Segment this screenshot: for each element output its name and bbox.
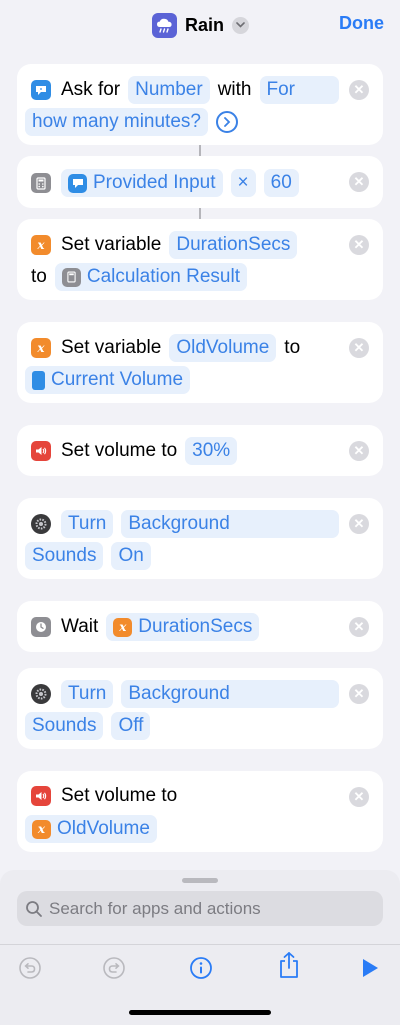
old-volume-token[interactable]: x OldVolume <box>25 815 157 843</box>
remove-action-icon[interactable]: ✕ <box>349 787 369 807</box>
setting-token[interactable]: Background <box>121 680 339 708</box>
calculation-result-label: Calculation Result <box>86 266 240 287</box>
wait-duration-label: DurationSecs <box>138 616 253 637</box>
variable-name-token[interactable]: OldVolume <box>169 334 277 362</box>
action-label: Set volume to <box>61 785 178 806</box>
chevron-down-icon <box>232 16 250 34</box>
remove-action-icon[interactable]: ✕ <box>349 338 369 358</box>
action-set-variable-durationsecs[interactable]: x Set variable DurationSecs to Calculati… <box>17 219 383 300</box>
variable-icon: x <box>32 819 51 839</box>
settings-gear-icon <box>31 514 51 534</box>
variable-icon: x <box>31 338 51 358</box>
provided-input-token[interactable]: Provided Input <box>61 169 223 197</box>
to-label: to <box>31 266 47 287</box>
operator-token[interactable]: × <box>230 169 256 197</box>
rain-cloud-icon <box>152 12 177 38</box>
input-type-token[interactable]: Number <box>128 76 210 104</box>
state-token[interactable]: On <box>111 542 151 570</box>
action-background-sounds-off[interactable]: Turn Background Sounds Off ✕ <box>17 668 383 749</box>
done-button[interactable]: Done <box>339 13 384 34</box>
action-label: Wait <box>61 616 99 637</box>
info-icon[interactable] <box>188 955 214 981</box>
play-icon[interactable] <box>357 955 383 981</box>
calculation-result-token[interactable]: Calculation Result <box>54 263 247 291</box>
search-input[interactable]: Search for apps and actions <box>17 891 383 926</box>
remove-action-icon[interactable]: ✕ <box>349 235 369 255</box>
speech-bubble-icon <box>68 173 87 193</box>
action-label: Set volume to <box>61 440 178 461</box>
search-placeholder: Search for apps and actions <box>49 898 261 918</box>
editor-toolbar <box>0 944 400 992</box>
sheet-grabber[interactable] <box>182 878 218 883</box>
remove-action-icon[interactable]: ✕ <box>349 684 369 704</box>
nav-bar: Rain Done <box>0 0 400 48</box>
variable-icon: x <box>113 617 133 637</box>
setting-token[interactable]: Background <box>121 510 339 538</box>
action-calculate[interactable]: Provided Input × 60 ✕ <box>17 156 383 208</box>
current-volume-label: Current Volume <box>51 369 184 390</box>
action-set-variable-oldvolume[interactable]: x Set variable OldVolume to Current Volu… <box>17 322 383 403</box>
action-background-sounds-on[interactable]: Turn Background Sounds On ✕ <box>17 498 383 579</box>
speaker-icon <box>31 786 51 806</box>
operation-token[interactable]: Turn <box>61 680 114 708</box>
volume-value-token[interactable]: 30% <box>185 437 238 465</box>
speaker-icon <box>31 441 51 461</box>
calculator-icon <box>31 173 51 193</box>
action-restore-volume[interactable]: Set volume to x OldVolume ✕ <box>17 771 383 852</box>
provided-input-label: Provided Input <box>93 172 216 193</box>
state-token[interactable]: Off <box>111 712 151 740</box>
share-icon[interactable] <box>276 952 302 978</box>
action-set-volume[interactable]: Set volume to 30% ✕ <box>17 425 383 476</box>
setting-token-continued[interactable]: Sounds <box>25 712 104 740</box>
settings-gear-icon <box>31 684 51 704</box>
phone-icon <box>32 370 45 390</box>
setting-token-continued[interactable]: Sounds <box>25 542 104 570</box>
operand-token[interactable]: 60 <box>263 169 299 197</box>
action-label: Set variable <box>61 337 162 358</box>
remove-action-icon[interactable]: ✕ <box>349 514 369 534</box>
action-label: Set variable <box>61 234 162 255</box>
search-icon <box>26 900 42 917</box>
variable-name-token[interactable]: DurationSecs <box>169 231 298 259</box>
remove-action-icon[interactable]: ✕ <box>349 441 369 461</box>
redo-icon[interactable] <box>101 955 127 981</box>
calculator-icon <box>61 267 81 287</box>
shortcut-title-menu[interactable]: Rain <box>152 12 250 38</box>
remove-action-icon[interactable]: ✕ <box>349 80 369 100</box>
wait-duration-token[interactable]: x DurationSecs <box>106 613 260 641</box>
chevron-right-circle-icon[interactable] <box>215 111 238 133</box>
remove-action-icon[interactable]: ✕ <box>349 172 369 192</box>
action-label: Ask for <box>61 79 121 100</box>
action-wait[interactable]: Wait x DurationSecs ✕ <box>17 601 383 652</box>
home-indicator <box>129 1010 271 1015</box>
with-label: with <box>217 79 252 100</box>
speech-bubble-icon <box>31 80 51 100</box>
undo-icon[interactable] <box>17 955 43 981</box>
clock-icon <box>31 617 51 637</box>
prompt-token[interactable]: For <box>259 76 339 104</box>
variable-icon: x <box>31 235 51 255</box>
current-volume-token[interactable]: Current Volume <box>25 366 191 394</box>
remove-action-icon[interactable]: ✕ <box>349 617 369 637</box>
connector-line <box>199 145 201 156</box>
action-ask-for-input[interactable]: Ask for Number with For how many minutes… <box>17 64 383 145</box>
old-volume-label: OldVolume <box>57 818 150 839</box>
connector-line <box>199 208 201 219</box>
to-label: to <box>284 337 301 358</box>
operation-token[interactable]: Turn <box>61 510 114 538</box>
shortcut-title: Rain <box>185 14 225 35</box>
prompt-token-continued[interactable]: how many minutes? <box>25 108 208 136</box>
